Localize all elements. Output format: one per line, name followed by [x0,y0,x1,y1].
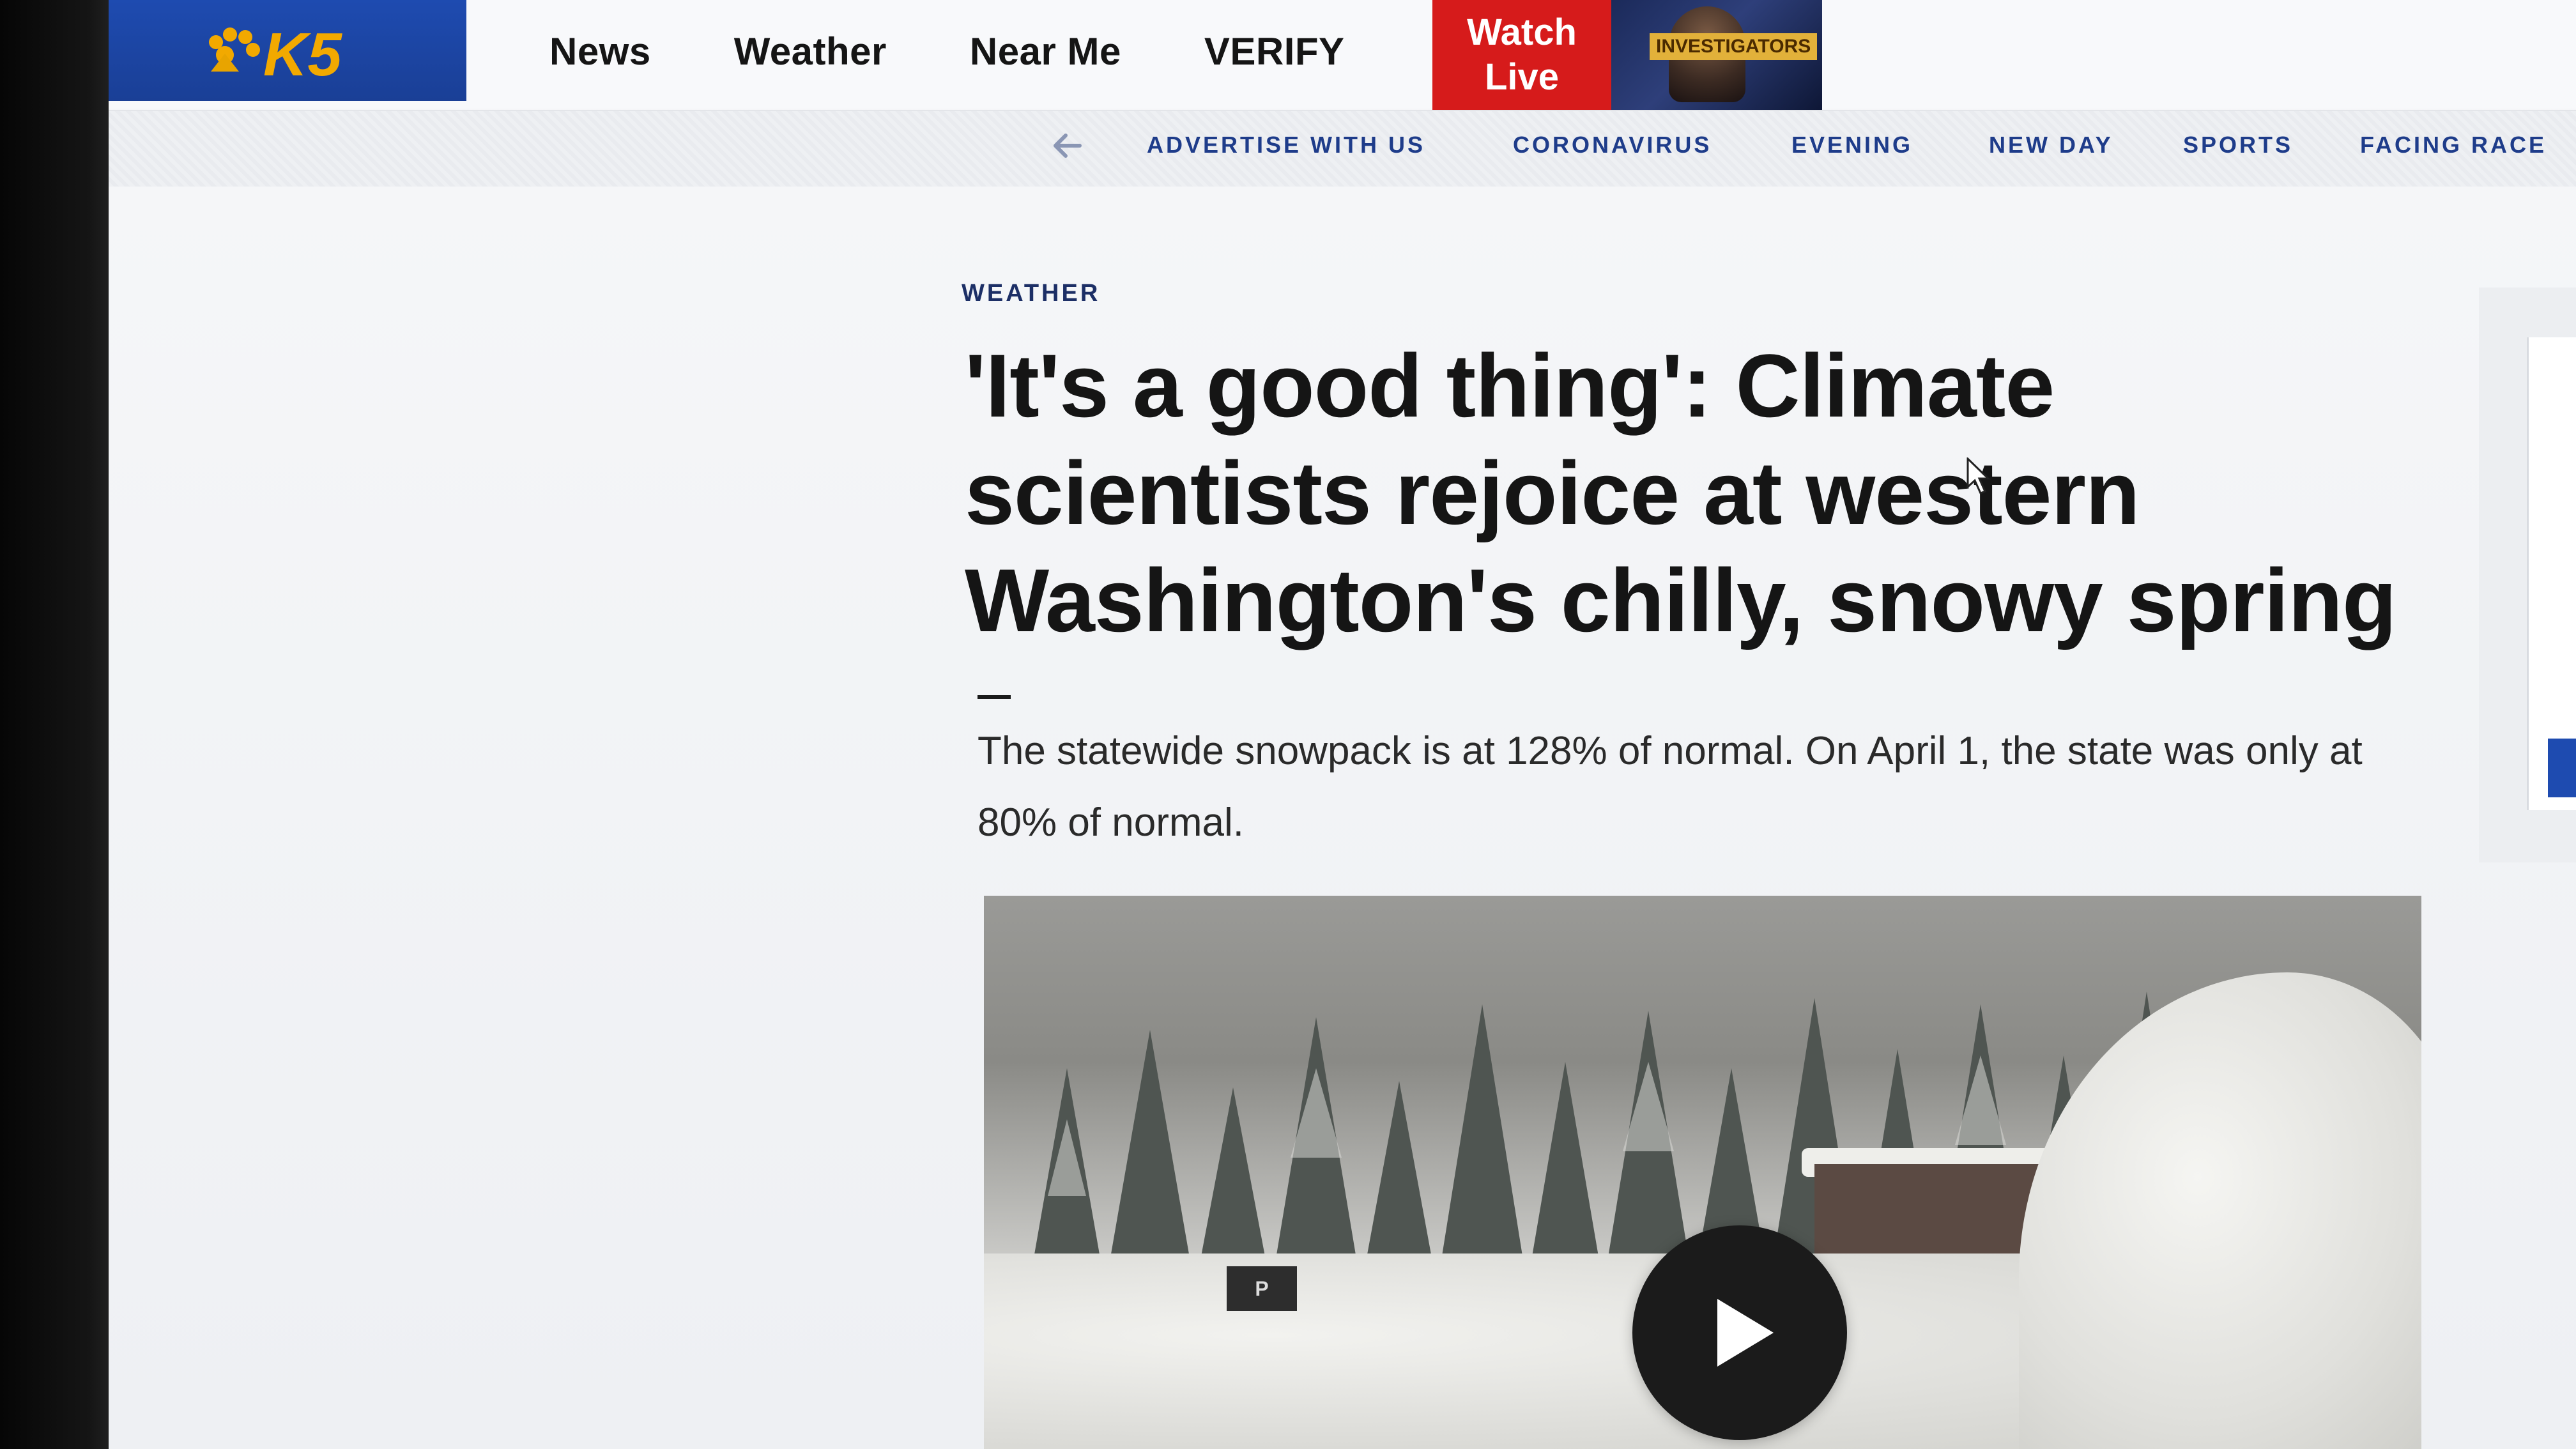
share-icon[interactable] [2548,739,2576,797]
secondary-nav-new-day[interactable]: NEW DAY [1989,132,2113,158]
headline-divider [977,695,1011,699]
mouse-cursor-icon [1966,457,1991,494]
arrow-left-icon[interactable] [1048,126,1086,165]
nbc-peacock-k5-logo: K5 [209,20,342,86]
nav-news[interactable]: News [549,29,651,73]
secondary-nav-evening[interactable]: EVENING [1791,132,1913,158]
watch-live-line1: Watch [1467,12,1577,53]
nav-verify[interactable]: VERIFY [1204,29,1345,73]
primary-nav: News Weather Near Me VERIFY [549,13,1428,89]
article-subhead: The statewide snowpack is at 128% of nor… [977,729,2363,845]
secondary-nav-facing-race[interactable]: FACING RACE [2360,132,2547,158]
secondary-nav-sports[interactable]: SPORTS [2183,132,2293,158]
article-category[interactable]: WEATHER [962,280,1100,307]
live-stream-thumbnail[interactable]: INVESTIGATORS [1611,0,1822,110]
thumbnail-tag: INVESTIGATORS [1650,33,1818,60]
secondary-nav-coronavirus[interactable]: CORONAVIRUS [1513,132,1712,158]
watch-live-button[interactable]: Watch Live [1432,0,1611,110]
secondary-nav-advertise[interactable]: ADVERTISE WITH US [1147,132,1425,158]
nav-weather[interactable]: Weather [734,29,887,73]
article-headline: 'It's a good thing': Climate scientists … [965,335,2397,650]
play-icon [1717,1299,1774,1367]
parking-sign: P [1227,1266,1297,1311]
play-button[interactable] [1632,1225,1847,1440]
svg-text:K5: K5 [263,20,342,86]
watch-live-line2: Live [1484,56,1560,98]
nav-near-me[interactable]: Near Me [970,29,1121,73]
site-logo[interactable]: K5 [109,0,466,101]
